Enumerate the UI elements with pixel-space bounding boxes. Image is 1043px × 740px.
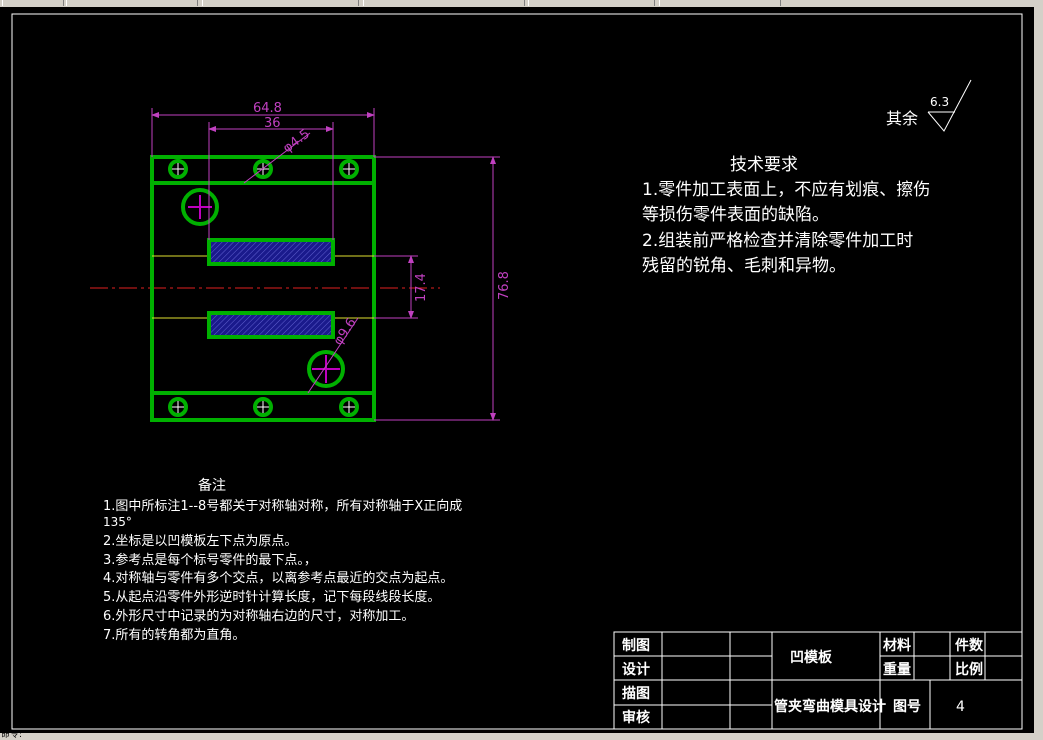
tb-project-name: 管夹弯曲模具设计: [774, 698, 886, 715]
vertical-scrollbar[interactable]: [1034, 7, 1043, 733]
tech-title: 技术要求: [730, 155, 798, 175]
tb-drawing-no: 4: [956, 699, 965, 715]
slot-upper: [207, 238, 335, 266]
title-block: 制图 设计 描图 审核 凹模板 材料 件数 重量 比例 管夹弯曲模具设计 图号 …: [613, 631, 1023, 730]
tb-drawing-no-label: 图号: [893, 699, 921, 715]
note-line: 6.外形尺寸中记录的为对称轴右边的尺寸，对称加工。: [103, 608, 414, 624]
note-line: 2.坐标是以凹模板左下点为原点。: [103, 534, 297, 549]
dim-overall-height: 76.8: [497, 271, 512, 300]
tb-row-label: 设计: [622, 661, 650, 678]
tb-row-label: 描图: [622, 685, 650, 702]
dim-slot-spacing: 17.4: [414, 273, 429, 302]
dim-inner-width: 36: [264, 116, 281, 131]
roughness-prefix: 其余: [886, 109, 918, 128]
tb-material-label: 材料: [883, 637, 911, 654]
tb-part-name: 凹模板: [790, 649, 833, 666]
surface-roughness-symbol: 其余 6.3: [886, 79, 972, 132]
dim-overall-width: 64.8: [253, 101, 282, 116]
roughness-value: 6.3: [930, 95, 949, 109]
tb-scale-label: 比例: [955, 661, 983, 678]
dim-small-hole: φ4.5: [280, 127, 312, 157]
note-line: 3.参考点是每个标号零件的最下点。，: [103, 552, 317, 568]
note-line: 7.所有的转角都为直角。: [103, 627, 245, 643]
tech-line: 1.零件加工表面上，不应有划痕、擦伤: [642, 180, 930, 200]
tech-requirements: 技术要求 1.零件加工表面上，不应有划痕、擦伤 等损伤零件表面的缺陷。 2.组装…: [642, 155, 930, 276]
note-line: 135°: [103, 515, 132, 529]
notes-title: 备注: [198, 477, 226, 494]
tb-row-label: 审核: [622, 709, 650, 726]
tech-line: 等损伤零件表面的缺陷。: [642, 205, 829, 225]
tb-row-label: 制图: [622, 637, 650, 654]
dim-large-hole: φ9.6: [331, 316, 360, 349]
tech-line: 2.组装前严格检查并清除零件加工时: [642, 231, 913, 251]
tech-line: 残留的锐角、毛刺和异物。: [642, 256, 846, 276]
slot-lower: [207, 311, 335, 339]
tb-quantity-label: 件数: [955, 637, 984, 654]
note-line: 5.从起点沿零件外形逆时针计算长度，记下每段线段长度。: [103, 589, 440, 605]
note-line: 4.对称轴与零件有多个交点，以离参考点最近的交点为起点。: [103, 570, 453, 586]
notes: 备注 1.图中所标注1--8号都关于对称轴对称，所有对称轴于X正向成 135° …: [103, 477, 462, 643]
drawing-canvas[interactable]: 64.8 36 φ4.5 17.4 76.8 φ9.6 其余 6.3 技术要求 …: [0, 0, 1034, 733]
command-line-bar: [0, 733, 1043, 740]
note-line: 1.图中所标注1--8号都关于对称轴对称，所有对称轴于X正向成: [103, 498, 462, 514]
tb-weight-label: 重量: [883, 661, 911, 678]
